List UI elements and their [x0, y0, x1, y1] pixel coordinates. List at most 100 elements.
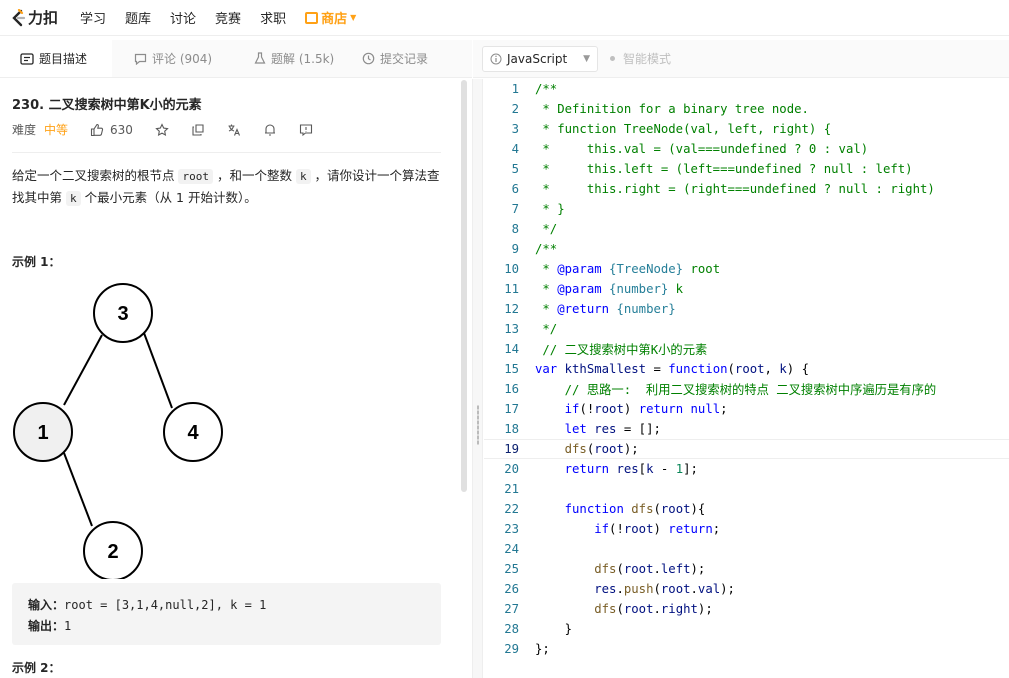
info-icon [490, 53, 502, 64]
translate-icon[interactable] [227, 123, 241, 137]
tree-node: 3 [93, 283, 153, 343]
code-text: * Definition for a binary tree node. [535, 102, 809, 116]
code-line[interactable]: 26 res.push(root.val); [484, 579, 1009, 599]
tree-edge-1-2 [63, 452, 93, 527]
code-line[interactable]: 11 * @param {number} k [484, 279, 1009, 299]
chevron-down-icon: ▼ [583, 53, 590, 64]
code-line[interactable]: 1 /** [484, 79, 1009, 99]
code-line[interactable]: 28 } [484, 619, 1009, 639]
code-line[interactable]: 6 * this.right = (right===undefined ? nu… [484, 179, 1009, 199]
editor-toolbar: JavaScript ▼ 智能模式 [473, 40, 1009, 78]
code-line[interactable]: 27 dfs(root.right); [484, 599, 1009, 619]
code-text: if(!root) return; [594, 522, 721, 536]
tree-node: 4 [163, 402, 223, 462]
line-number: 3 [511, 122, 519, 136]
meta-divider [12, 152, 441, 153]
tree-node-label: 4 [187, 422, 199, 444]
code-line[interactable]: 21 [484, 479, 1009, 499]
tab-description[interactable]: 题目描述 [0, 40, 112, 77]
code-editor[interactable]: 1 /** 2 * Definition for a binary tree nod… [484, 79, 1009, 678]
problem-meta: 难度 中等 630 [12, 121, 313, 138]
tree-node-label: 1 [37, 422, 48, 444]
nav-item-learn[interactable]: 学习 [76, 8, 110, 27]
code-line[interactable]: 25 dfs(root.left); [484, 559, 1009, 579]
share-icon[interactable] [191, 123, 205, 137]
language-select[interactable]: JavaScript ▼ [482, 45, 598, 72]
code-line[interactable]: 16 // 思路一: 利用二叉搜索树的特点 二叉搜索树中序遍历是有序的 [484, 379, 1009, 399]
example-1-box: 输入：root = [3,1,4,null,2], k = 1 输出：1 [12, 583, 441, 645]
nav-item-shop[interactable]: 商店 ▼ [301, 8, 360, 27]
line-number: 17 [504, 402, 519, 416]
code-line[interactable]: 20 return res[k - 1]; [484, 459, 1009, 479]
problem-title: 230. 二叉搜索树中第K小的元素 [12, 98, 202, 113]
like-button[interactable]: 630 [90, 123, 133, 137]
code-text: // 思路一: 利用二叉搜索树的特点 二叉搜索树中序遍历是有序的 [535, 383, 937, 397]
line-number: 5 [511, 162, 519, 176]
leetcode-logo[interactable]: 力扣 [10, 7, 70, 28]
desc-code-k: k [295, 169, 311, 184]
code-line[interactable]: 19 dfs(root); [484, 439, 1009, 459]
output-label: 输出： [28, 619, 65, 633]
code-line[interactable]: 3 * function TreeNode(val, left, right) … [484, 119, 1009, 139]
tab-comments[interactable]: 评论 (904) [122, 40, 242, 77]
example-input-row: 输入：root = [3,1,4,null,2], k = 1 [28, 595, 425, 616]
panel-splitter[interactable] [472, 79, 483, 678]
code-line[interactable]: 10 * @param {TreeNode} root [484, 259, 1009, 279]
tab-submissions[interactable]: 提交记录 [350, 40, 450, 77]
smart-mode-toggle[interactable]: 智能模式 [610, 50, 671, 67]
shop-label: 商店 [321, 12, 348, 27]
nav-item-contest[interactable]: 竞赛 [211, 8, 245, 27]
problem-tabs: 题目描述 评论 (904) 题解 (1.5k) 提交记录 [0, 40, 472, 78]
line-number: 2 [511, 102, 519, 116]
code-line[interactable]: 14 // 二叉搜索树中第K小的元素 [484, 339, 1009, 359]
line-number: 13 [504, 322, 519, 336]
code-line[interactable]: 8 */ [484, 219, 1009, 239]
code-text: function dfs(root){ [564, 502, 706, 516]
code-line[interactable]: 18 let res = []; [484, 419, 1009, 439]
desc-text-2: ，和一个整数 [212, 168, 296, 183]
tab-solutions[interactable]: 题解 (1.5k) [242, 40, 350, 77]
code-line[interactable]: 15 var kthSmallest = function(root, k) { [484, 359, 1009, 379]
example-1-title: 示例 1： [12, 255, 61, 269]
tree-node-label: 3 [117, 303, 128, 325]
code-text: */ [535, 222, 558, 236]
code-line[interactable]: 13 */ [484, 319, 1009, 339]
nav-item-problemset[interactable]: 题库 [121, 8, 155, 27]
code-line[interactable]: 12 * @return {number} [484, 299, 1009, 319]
line-number: 18 [504, 422, 519, 436]
tree-diagram: 3 1 4 2 [13, 283, 223, 579]
feedback-icon[interactable] [299, 123, 313, 137]
code-line[interactable]: 5 * this.left = (left===undefined ? null… [484, 159, 1009, 179]
tab-submissions-label: 提交记录 [380, 52, 429, 66]
code-text: } [535, 622, 573, 636]
tab-comments-label: 评论 (904) [152, 52, 213, 66]
desc-code-k2: k [65, 191, 81, 206]
problem-scrollbar[interactable] [461, 80, 467, 492]
line-number: 9 [511, 242, 519, 256]
code-line[interactable]: 7 * } [484, 199, 1009, 219]
code-text: var kthSmallest = function(root, k) { [535, 362, 809, 376]
code-text: * @param {number} k [535, 282, 684, 296]
code-line[interactable]: 29}; [484, 639, 1009, 659]
tree-edge-3-1 [63, 334, 103, 406]
problem-description: 给定一个二叉搜索树的根节点 root ，和一个整数 k ，请你设计一个算法查找其… [12, 165, 440, 209]
problem-panel: 230. 二叉搜索树中第K小的元素 难度 中等 630 给定一个二叉搜索树的根节… [0, 79, 460, 678]
line-number: 20 [504, 462, 519, 476]
language-label: JavaScript [507, 51, 568, 66]
code-line[interactable]: 2 * Definition for a binary tree node. [484, 99, 1009, 119]
line-number: 15 [504, 362, 519, 376]
code-line[interactable]: 9 /** [484, 239, 1009, 259]
code-text: * this.left = (left===undefined ? null :… [535, 162, 913, 176]
line-number: 16 [504, 382, 519, 396]
code-line[interactable]: 24 [484, 539, 1009, 559]
code-line[interactable]: 23 if(!root) return; [484, 519, 1009, 539]
nav-item-discuss[interactable]: 讨论 [166, 8, 200, 27]
line-number: 1 [511, 82, 519, 96]
code-line[interactable]: 4 * this.val = (val===undefined ? 0 : va… [484, 139, 1009, 159]
star-icon[interactable] [155, 122, 169, 137]
thumbs-up-icon [90, 123, 104, 136]
bell-icon[interactable] [263, 123, 277, 137]
nav-item-jobs[interactable]: 求职 [256, 8, 290, 27]
code-line[interactable]: 17 if(!root) return null; [484, 399, 1009, 419]
code-line[interactable]: 22 function dfs(root){ [484, 499, 1009, 519]
